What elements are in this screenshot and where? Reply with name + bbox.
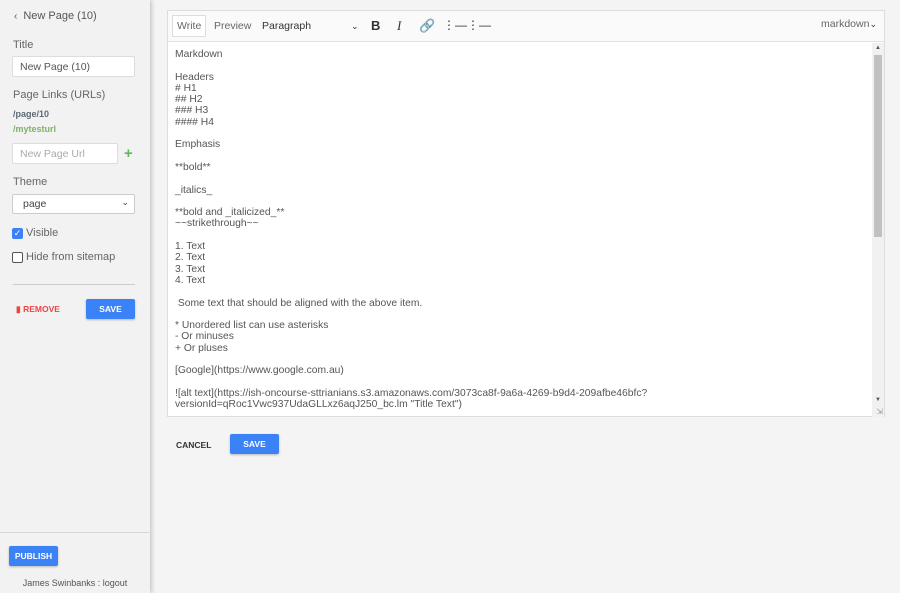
editor-textarea[interactable]: Markdown Headers # H1 ## H2 ### H3 #### H4 Emp… xyxy=(175,49,647,411)
mode-select[interactable]: markdown⌄ xyxy=(821,18,877,30)
editor-line: - Or minuses xyxy=(175,331,234,343)
scroll-down-icon[interactable]: ▼ xyxy=(875,397,881,403)
tab-preview[interactable]: Preview xyxy=(214,20,251,32)
new-page-url-input[interactable]: New Page Url xyxy=(12,143,118,164)
editor-line: ### H3 xyxy=(175,105,209,117)
hide-from-sitemap-checkbox[interactable] xyxy=(12,252,23,263)
sidebar: ‹ New Page (10) Title New Page (10) Page … xyxy=(0,0,150,593)
link-icon[interactable]: 🔗 xyxy=(419,18,435,34)
back-label: New Page (10) xyxy=(23,10,97,22)
chevron-down-icon: ⌄ xyxy=(351,21,359,31)
editor-line: ~~strikethrough~~ xyxy=(175,218,259,230)
trash-icon: ▮ xyxy=(16,304,21,314)
mode-value: markdown xyxy=(821,18,870,30)
plus-icon[interactable]: + xyxy=(124,145,133,162)
editor-line: [Google](https://www.google.com.au) xyxy=(175,365,344,377)
chevron-left-icon: ‹ xyxy=(14,11,18,22)
save-button[interactable]: SAVE xyxy=(86,299,135,319)
chevron-down-icon: ⌄ xyxy=(121,197,129,207)
title-label: Title xyxy=(13,39,34,51)
editor-line: Emphasis xyxy=(175,139,221,151)
editor-line: #### H4 xyxy=(175,116,214,128)
bulleted-list-icon[interactable]: ⋮— xyxy=(443,18,467,32)
chevron-down-icon: ⌄ xyxy=(869,19,877,29)
editor-line: * Unordered list can use asterisks xyxy=(175,320,329,332)
editor-line: Headers xyxy=(175,71,214,83)
editor-line: ![alt text](https://ish-oncourse-sttrian… xyxy=(175,387,648,399)
editor-line: _italics_ xyxy=(175,184,213,196)
theme-value: page xyxy=(23,198,47,210)
editor-line: Some text that should be aligned with th… xyxy=(175,297,423,309)
editor-line: # H1 xyxy=(175,82,197,94)
format-select[interactable]: Paragraph ⌄ xyxy=(262,20,359,32)
editor-line: **bold and _italicized_** xyxy=(175,207,285,219)
editor-line: 2. Text xyxy=(175,252,206,264)
remove-button[interactable]: ▮ REMOVE xyxy=(16,304,60,315)
publish-button[interactable]: PUBLISH xyxy=(9,546,58,566)
user-logout-link[interactable]: James Swinbanks : logout xyxy=(0,578,150,588)
editor-line: + Or pluses xyxy=(175,342,228,354)
editor-line: ## H2 xyxy=(175,94,203,106)
visible-checkbox[interactable]: ✓ xyxy=(12,228,23,239)
editor-line: 1. Text xyxy=(175,241,206,253)
editor-line: Markdown xyxy=(175,49,223,60)
hide-from-sitemap-label: Hide from sitemap xyxy=(26,251,116,263)
tab-write[interactable]: Write xyxy=(172,15,207,37)
title-input[interactable]: New Page (10) xyxy=(12,56,135,77)
scroll-up-icon[interactable]: ▲ xyxy=(875,45,881,51)
editor-line: 4. Text xyxy=(175,274,206,286)
editor-line: versionId=qRoc1Vwc937UdaGLLxz6aqJ250_bc.… xyxy=(175,399,462,411)
editor-toolbar: Write Preview Paragraph ⌄ B I 🔗 ⋮— ⋮— mar… xyxy=(168,11,884,42)
page-links-label: Page Links (URLs) xyxy=(13,89,106,101)
page-link[interactable]: /page/10 xyxy=(13,109,49,119)
format-value: Paragraph xyxy=(262,20,312,32)
numbered-list-icon[interactable]: ⋮— xyxy=(467,18,491,32)
save-button[interactable]: SAVE xyxy=(230,434,279,454)
scrollbar[interactable]: ▲ ▼ xyxy=(872,43,884,417)
editor-line: **bold** xyxy=(175,161,211,173)
italic-icon[interactable]: I xyxy=(397,18,401,34)
divider xyxy=(13,284,135,285)
page-link[interactable]: /mytesturl xyxy=(13,124,56,134)
cancel-button[interactable]: CANCEL xyxy=(176,440,211,450)
bold-icon[interactable]: B xyxy=(371,18,380,33)
resize-handle-icon[interactable]: ⇲ xyxy=(876,407,883,416)
divider xyxy=(0,532,150,533)
theme-label: Theme xyxy=(13,176,48,188)
remove-label: REMOVE xyxy=(23,304,60,314)
back-link[interactable]: ‹ New Page (10) xyxy=(14,10,97,22)
markdown-editor: Write Preview Paragraph ⌄ B I 🔗 ⋮— ⋮— mar… xyxy=(167,10,885,417)
visible-label: Visible xyxy=(26,227,59,239)
scrollbar-thumb[interactable] xyxy=(874,55,882,237)
editor-line: 3. Text xyxy=(175,263,206,275)
theme-select[interactable]: page ⌄ xyxy=(12,194,135,214)
